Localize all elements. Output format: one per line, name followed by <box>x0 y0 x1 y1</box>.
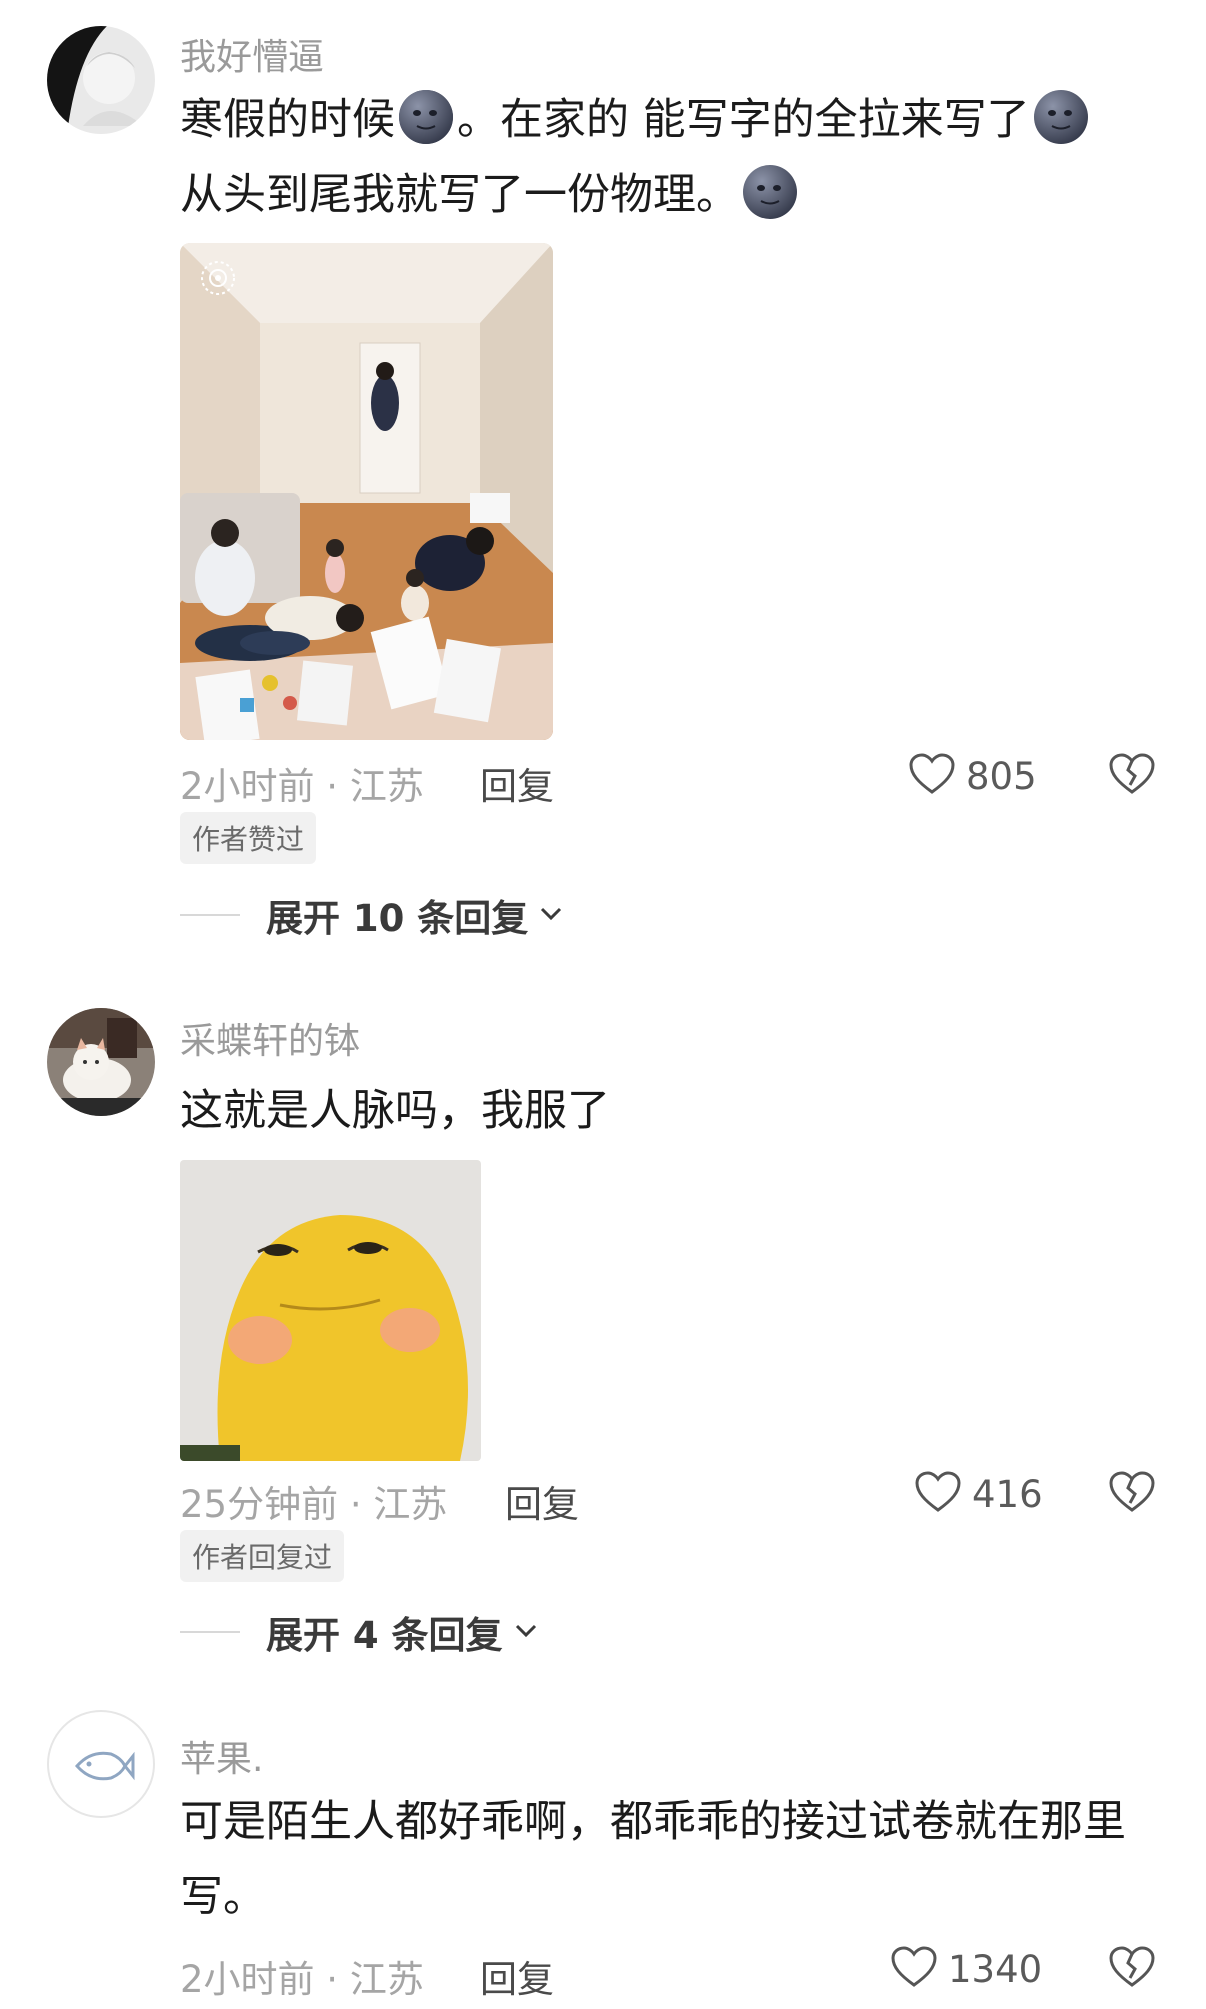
expand-replies-button[interactable]: 展开 4 条回复 <box>180 1605 541 1659</box>
comment-text-part: 可是陌生人都好乖啊，都乖乖的接过试卷就在那里 <box>180 1797 1126 1847</box>
username[interactable]: 我好懵逼 <box>180 28 324 80</box>
username[interactable]: 苹果. <box>180 1730 263 1782</box>
expand-replies-label: 展开 10 条回复 <box>266 897 529 940</box>
reply-button[interactable]: 回复 <box>480 1949 554 2003</box>
expand-replies-label: 展开 4 条回复 <box>266 1614 503 1657</box>
divider <box>180 1631 240 1633</box>
comment-text: 可是陌生人都好乖啊，都乖乖的接过试卷就在那里 写。 <box>180 1785 1170 1935</box>
reply-button[interactable]: 回复 <box>480 756 554 810</box>
comment-text: 这就是人脉吗，我服了 <box>180 1086 610 1136</box>
divider <box>180 914 240 916</box>
like-count: 805 <box>966 754 1037 798</box>
heart-outline-icon <box>890 1945 938 1993</box>
avatar[interactable] <box>47 1008 155 1116</box>
comment-text-part: 。在家的 能写字的全拉来写了 <box>457 95 1030 145</box>
like-button[interactable]: 805 <box>908 752 1037 800</box>
moon-face-emoji <box>1032 88 1090 146</box>
family-studying-photo[interactable] <box>180 243 553 740</box>
broken-heart-icon <box>1108 1471 1156 1518</box>
like-count: 416 <box>972 1472 1043 1516</box>
time-location: 2小时前 · 江苏 <box>180 765 424 808</box>
author-replied-badge: 作者回复过 <box>180 1530 345 1582</box>
broken-heart-icon <box>1108 1946 1156 1993</box>
comment-text-part: 寒假的时候 <box>180 95 395 145</box>
comment-text: 寒假的时候 。在家的 能写字的全拉来写了 从头到尾我就写了一份物理。 <box>180 83 1170 233</box>
username[interactable]: 采蝶轩的钵 <box>180 1012 360 1064</box>
author-liked-badge: 作者赞过 <box>180 812 317 864</box>
like-count: 1340 <box>948 1947 1043 1991</box>
heart-outline-icon <box>908 752 956 800</box>
heart-outline-icon <box>914 1470 962 1518</box>
chevron-down-icon <box>511 1620 541 1644</box>
fish-icon <box>71 1746 135 1790</box>
dislike-button[interactable] <box>1108 752 1156 800</box>
moon-face-emoji <box>397 88 455 146</box>
time-location: 2小时前 · 江苏 <box>180 1958 424 2001</box>
time-location: 25分钟前 · 江苏 <box>180 1483 448 1526</box>
chevron-down-icon <box>536 903 566 927</box>
comment-text-part: 从头到尾我就写了一份物理。 <box>180 170 739 220</box>
like-button[interactable]: 416 <box>914 1470 1043 1518</box>
avatar[interactable] <box>47 26 155 134</box>
dislike-button[interactable] <box>1108 1470 1156 1518</box>
expand-replies-button[interactable]: 展开 10 条回复 <box>180 888 566 942</box>
avatar[interactable] <box>47 1710 155 1818</box>
comment-text-part: 写。 <box>180 1872 266 1922</box>
moon-face-emoji <box>741 163 799 221</box>
yellow-frog-sticker[interactable] <box>180 1160 481 1461</box>
reply-button[interactable]: 回复 <box>505 1474 579 1528</box>
dislike-button[interactable] <box>1108 1945 1156 1993</box>
broken-heart-icon <box>1108 753 1156 800</box>
like-button[interactable]: 1340 <box>890 1945 1042 1993</box>
